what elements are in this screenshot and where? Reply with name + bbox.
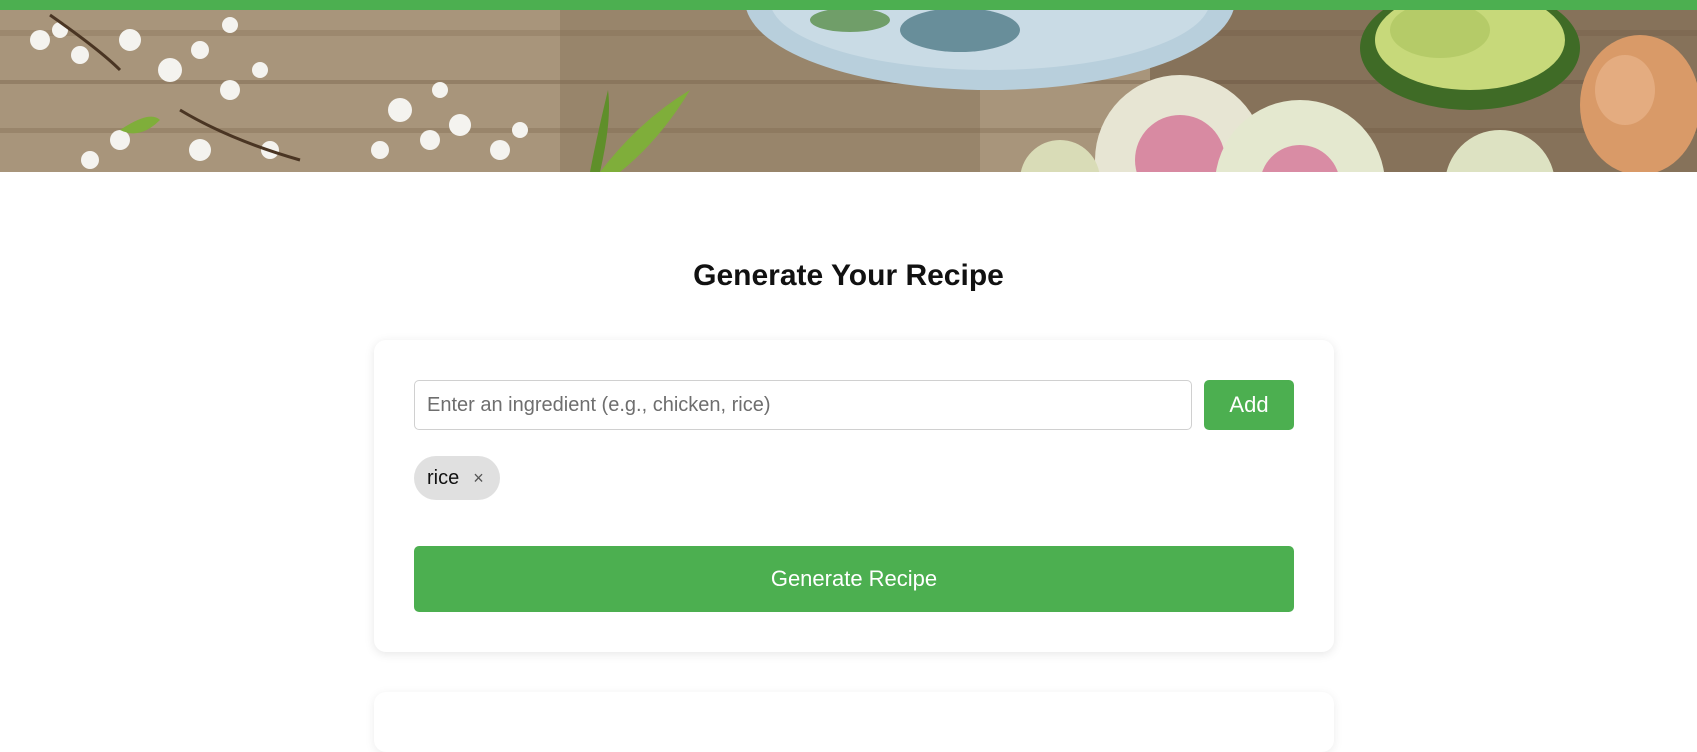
add-ingredient-button[interactable]: Add: [1204, 380, 1294, 430]
generate-recipe-button[interactable]: Generate Recipe: [414, 546, 1294, 612]
recipe-result-card: [374, 692, 1334, 752]
page-title: Generate Your Recipe: [693, 259, 1004, 292]
food-banner-image: [0, 10, 1697, 172]
remove-ingredient-close-icon[interactable]: ×: [473, 469, 484, 487]
ingredient-chip-label: rice: [427, 466, 460, 489]
ingredient-input[interactable]: [414, 380, 1192, 430]
top-accent-bar: [0, 0, 1697, 10]
ingredient-form-card: Add rice × Generate Recipe: [374, 340, 1334, 652]
ingredient-chip-rice: rice ×: [414, 456, 500, 500]
